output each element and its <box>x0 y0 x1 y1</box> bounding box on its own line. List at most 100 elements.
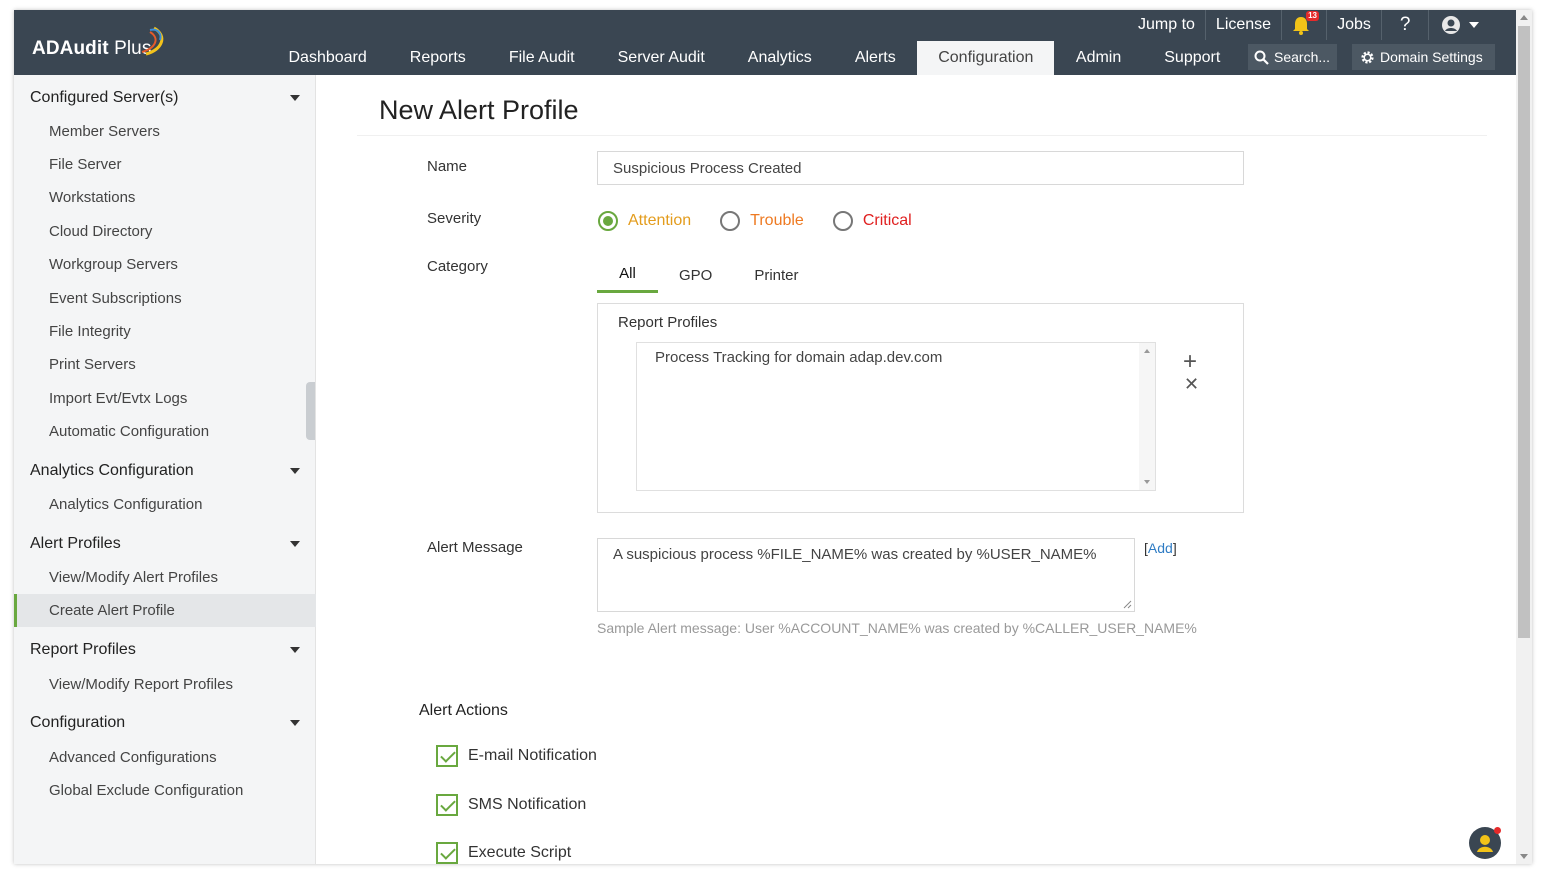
add-macro-wrapper: [Add] <box>1144 540 1177 556</box>
sidebar-section-configured-servers[interactable]: Configured Server(s) <box>14 81 316 114</box>
scroll-up-icon[interactable] <box>1520 15 1528 20</box>
bell-icon: 13 <box>1292 11 1319 37</box>
severity-trouble-radio[interactable]: Trouble <box>720 211 804 231</box>
jobs-link[interactable]: Jobs <box>1327 10 1382 40</box>
sidebar-section-title: Configuration <box>30 713 126 731</box>
domain-settings-label: Domain Settings <box>1380 49 1483 65</box>
severity-attention-radio[interactable]: Attention <box>598 211 691 231</box>
notifications-button[interactable]: 13 <box>1282 10 1328 40</box>
page-scrollbar[interactable] <box>1516 10 1532 864</box>
nav-configuration[interactable]: Configuration <box>917 41 1055 75</box>
checkbox-checked-icon <box>436 842 458 864</box>
chat-notification-dot <box>1494 827 1501 834</box>
alert-message-label: Alert Message <box>427 539 523 556</box>
jump-to-link[interactable]: Jump to <box>1128 10 1206 40</box>
user-avatar-icon <box>1442 16 1461 34</box>
user-menu[interactable] <box>1429 10 1491 40</box>
help-button[interactable]: ? <box>1382 10 1430 40</box>
severity-critical-label: Critical <box>862 212 912 229</box>
sidebar-item-create-alert-profile[interactable]: Create Alert Profile <box>14 594 316 627</box>
profile-name-input[interactable]: Suspicious Process Created <box>597 151 1244 185</box>
add-macro-link[interactable]: Add <box>1148 540 1173 556</box>
sidebar-section-configuration[interactable]: Configuration <box>14 706 316 739</box>
radio-unselected-icon <box>720 211 741 231</box>
sidebar-section-alert-profiles[interactable]: Alert Profiles <box>14 527 316 560</box>
scroll-down-icon[interactable] <box>1144 480 1150 484</box>
severity-attention-label: Attention <box>628 212 692 229</box>
email-notification-label: E-mail Notification <box>468 747 597 764</box>
nav-support[interactable]: Support <box>1143 41 1242 75</box>
nav-dashboard[interactable]: Dashboard <box>267 41 388 75</box>
sidebar-item-file-server[interactable]: File Server <box>14 148 316 181</box>
execute-script-label: Execute Script <box>468 844 572 861</box>
sidebar: Configured Server(s) Member Servers File… <box>14 75 316 864</box>
page-title: New Alert Profile <box>379 95 579 125</box>
app-window: ADAudit Plus Jump to License 13 Jobs ? D… <box>14 10 1532 864</box>
scroll-down-icon[interactable] <box>1520 854 1528 859</box>
execute-script-checkbox[interactable]: Execute Script <box>436 842 571 864</box>
category-panel: Report Profiles Process Tracking for dom… <box>597 303 1244 513</box>
sidebar-item-print-servers[interactable]: Print Servers <box>14 348 316 381</box>
sidebar-item-cloud-directory[interactable]: Cloud Directory <box>14 215 316 248</box>
name-label: Name <box>427 158 468 175</box>
sidebar-section-report-profiles[interactable]: Report Profiles <box>14 633 316 666</box>
tab-printer[interactable]: Printer <box>733 257 819 293</box>
remove-profile-icon[interactable]: ✕ <box>1184 374 1199 395</box>
bracket-close: ] <box>1172 540 1177 556</box>
license-link[interactable]: License <box>1206 10 1283 40</box>
logo-text: ADAudit <box>32 38 109 59</box>
checkbox-checked-icon <box>436 794 458 816</box>
sidebar-section-title: Alert Profiles <box>30 534 121 552</box>
email-notification-checkbox[interactable]: E-mail Notification <box>436 745 597 767</box>
domain-settings-button[interactable]: Domain Settings <box>1352 44 1495 70</box>
sidebar-item-automatic-configuration[interactable]: Automatic Configuration <box>14 415 316 448</box>
main-content: New Alert Profile Name Suspicious Proces… <box>317 75 1516 864</box>
nav-alerts[interactable]: Alerts <box>833 41 917 75</box>
alert-message-text: A suspicious process %FILE_NAME% was cre… <box>613 546 1097 563</box>
scrollbar-thumb[interactable] <box>1518 26 1530 638</box>
sidebar-item-view-modify-alert-profiles[interactable]: View/Modify Alert Profiles <box>14 561 316 594</box>
list-scrollbar[interactable] <box>1139 343 1155 490</box>
sms-notification-checkbox[interactable]: SMS Notification <box>436 794 586 816</box>
search-icon <box>1254 50 1269 65</box>
sidebar-item-workgroup-servers[interactable]: Workgroup Servers <box>14 248 316 281</box>
scroll-up-icon[interactable] <box>1144 349 1150 353</box>
report-profiles-list[interactable]: Process Tracking for domain adap.dev.com <box>636 342 1156 491</box>
radio-selected-icon <box>598 211 618 231</box>
search-input[interactable]: Search... <box>1248 44 1337 70</box>
sidebar-item-analytics-configuration[interactable]: Analytics Configuration <box>14 488 316 521</box>
nav-server-audit[interactable]: Server Audit <box>596 41 726 75</box>
severity-critical-radio[interactable]: Critical <box>832 211 912 231</box>
list-item[interactable]: Process Tracking for domain adap.dev.com <box>655 349 942 366</box>
checkbox-checked-icon <box>436 745 458 767</box>
sidebar-item-file-integrity[interactable]: File Integrity <box>14 315 316 348</box>
chat-assistant-button[interactable] <box>1469 827 1501 859</box>
tab-all[interactable]: All <box>597 257 658 293</box>
sidebar-item-member-servers[interactable]: Member Servers <box>14 115 316 148</box>
report-profiles-label: Report Profiles <box>618 314 718 331</box>
sidebar-item-workstations[interactable]: Workstations <box>14 181 316 214</box>
nav-analytics[interactable]: Analytics <box>726 41 833 75</box>
search-placeholder: Search... <box>1274 49 1331 65</box>
radio-unselected-icon <box>832 211 853 231</box>
nav-admin[interactable]: Admin <box>1054 41 1142 75</box>
add-profile-icon[interactable]: + <box>1183 350 1197 374</box>
sidebar-item-event-subscriptions[interactable]: Event Subscriptions <box>14 282 316 315</box>
sidebar-item-import-logs[interactable]: Import Evt/Evtx Logs <box>14 382 316 415</box>
alert-message-textarea[interactable]: A suspicious process %FILE_NAME% was cre… <box>597 538 1135 612</box>
sidebar-item-view-modify-report-profiles[interactable]: View/Modify Report Profiles <box>14 668 316 701</box>
alert-actions-title: Alert Actions <box>419 702 508 719</box>
sidebar-collapse-handle[interactable] <box>306 382 315 440</box>
sidebar-item-global-exclude-configuration[interactable]: Global Exclude Configuration <box>14 774 316 807</box>
sidebar-section-analytics-configuration[interactable]: Analytics Configuration <box>14 454 316 487</box>
nav-reports[interactable]: Reports <box>388 41 487 75</box>
resize-grip-icon[interactable] <box>1123 600 1132 609</box>
notification-badge: 13 <box>1306 11 1319 21</box>
category-label: Category <box>427 258 488 275</box>
caret-down-icon <box>290 647 300 653</box>
sidebar-section-title: Analytics Configuration <box>30 461 194 479</box>
severity-label: Severity <box>427 210 482 227</box>
nav-file-audit[interactable]: File Audit <box>487 41 596 75</box>
tab-gpo[interactable]: GPO <box>658 257 733 293</box>
sidebar-item-advanced-configurations[interactable]: Advanced Configurations <box>14 741 316 774</box>
